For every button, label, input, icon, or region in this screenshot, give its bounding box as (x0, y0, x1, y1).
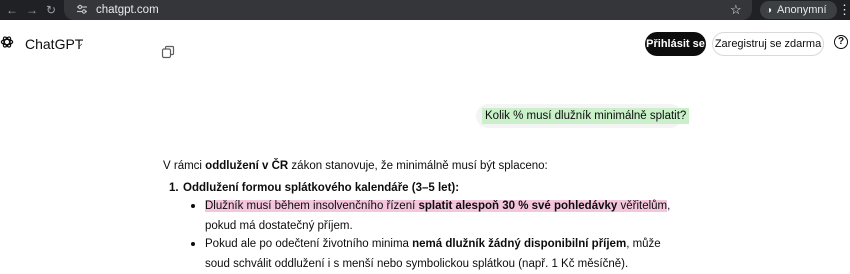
forward-icon[interactable]: → (26, 1, 38, 19)
intro-suffix: zákon stanovuje, že minimálně musí být s… (288, 160, 548, 172)
highlighted-text: Dlužník musí během insolvenčního řízení … (205, 200, 668, 212)
url-text[interactable]: chatgpt.com (96, 3, 159, 17)
address-bar[interactable]: chatgpt.com (64, 0, 752, 20)
bullet-1-part-a: Dlužník musí během insolvenčního řízení (205, 200, 419, 212)
copy-icon[interactable] (161, 45, 175, 59)
chevron-down-icon[interactable]: ⌄ (76, 36, 84, 52)
profile-label: Anonymní (777, 4, 827, 16)
browser-toolbar: ← → ↻ chatgpt.com ☆ ◑ Anonymní ⋮ (0, 0, 850, 20)
bookmark-star-icon[interactable]: ☆ (730, 1, 742, 19)
bullet-2-bold: nemá dlužník žádný disponibilní příjem (412, 238, 627, 250)
login-button[interactable]: Přihlásit se (645, 32, 706, 56)
bullet-2-part-a: Pokud ale po odečtení životního minima (205, 238, 413, 250)
bullet-item-2: Pokud ale po odečtení životního minima n… (191, 234, 685, 274)
list-number: 1. (169, 182, 179, 194)
help-icon[interactable]: ? (834, 35, 848, 49)
incognito-icon: ◑ (766, 5, 773, 16)
bullet-dot (191, 204, 195, 208)
assistant-answer: V rámci oddlužení v ČR zákon stanovuje, … (163, 158, 703, 270)
bullet-text: Pokud ale po odečtení životního minima n… (205, 234, 685, 274)
chatgpt-logo-icon (0, 35, 14, 49)
bullet-item-1: Dlužník musí během insolvenčního řízení … (191, 196, 685, 236)
bullet-text: Dlužník musí během insolvenčního řízení … (205, 196, 685, 236)
bullet-dot (191, 242, 195, 246)
site-info-icon[interactable] (76, 3, 88, 15)
reload-icon[interactable]: ↻ (46, 1, 56, 19)
bullet-1-part-b: věřitelům (617, 200, 668, 212)
signup-button[interactable]: Zaregistruj se zdarma (712, 32, 824, 56)
answer-intro: V rámci oddlužení v ČR zákon stanovuje, … (163, 158, 703, 174)
intro-prefix: V rámci (163, 160, 206, 172)
user-message-bubble: Kolik % musí dlužník minimálně splatit? (476, 104, 690, 128)
back-icon[interactable]: ← (6, 1, 18, 19)
model-selector-label[interactable]: ChatGPT (25, 36, 83, 52)
browser-menu-icon[interactable]: ⋮ (838, 1, 850, 19)
item-suffix: (3–5 let): (408, 182, 460, 194)
bullet-1-bold: splatit alespoň 30 % své pohledávky (418, 200, 618, 212)
incognito-profile-button[interactable]: ◑ Anonymní (760, 1, 837, 19)
intro-bold: oddlužení v ČR (205, 160, 289, 172)
item-title: Oddlužení formou splátkového kalendáře (183, 182, 409, 194)
user-message-text: Kolik % musí dlužník minimálně splatit? (482, 108, 690, 124)
numbered-item-1: 1. Oddlužení formou splátkového kalendáře… (169, 180, 459, 196)
